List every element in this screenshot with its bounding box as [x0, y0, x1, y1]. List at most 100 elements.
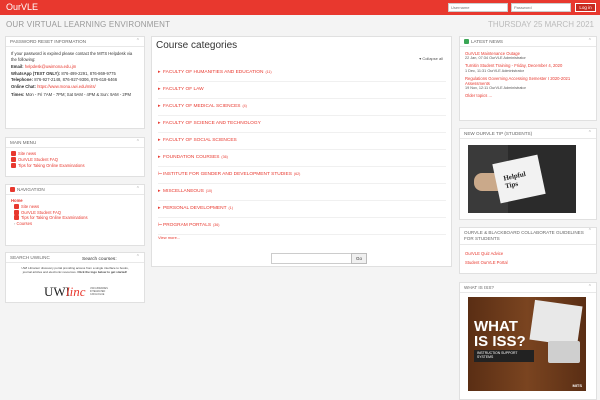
category-count: (10) — [205, 189, 213, 193]
block-header: PASSWORD RESET INFORMATION ⌃ — [6, 37, 144, 47]
latest-news-block: LATEST NEWS ⌃ OurVLE Maintenance Outage … — [459, 36, 597, 121]
category-item[interactable]: ▸ PERSONAL DEVELOPMENT (1) — [158, 206, 233, 211]
category-item[interactable]: ▸ FACULTY OF SCIENCE AND TECHNOLOGY — [158, 121, 263, 126]
news-author: OurVLE Administrator — [487, 68, 525, 73]
helpful-tips-image[interactable]: Helpful Tips — [468, 145, 576, 213]
category-divider — [158, 81, 446, 82]
category-item[interactable]: ▸ FOUNDATION COURSES (36) — [158, 155, 228, 160]
news-date: 19 Nov, 12:11 — [465, 86, 489, 91]
file-icon — [11, 156, 16, 162]
file-icon — [14, 209, 19, 215]
category-count: (1) — [228, 206, 233, 210]
block-header: SEARCH UWILINC ⌃ — [6, 253, 144, 263]
category-name: FACULTY OF SOCIAL SCIENCES — [163, 138, 237, 143]
chevron-up-icon[interactable]: ⌃ — [136, 186, 140, 192]
nav-item[interactable]: › Courses — [11, 221, 139, 227]
site-title: OUR VIRTUAL LEARNING ENVIRONMENT — [6, 20, 171, 29]
file-icon — [14, 215, 19, 221]
brand-logo[interactable]: OurVLE — [6, 2, 38, 12]
chevron-up-icon[interactable]: ⌃ — [588, 130, 592, 136]
uwilinc-description-2: journal articles and electronic resource… — [22, 270, 77, 274]
chevron-up-icon[interactable]: ⌃ — [588, 228, 592, 235]
category-name: FACULTY OF MEDICAL SCIENCES — [163, 104, 241, 109]
iss-headline: WHAT IS ISS? — [474, 318, 526, 350]
navigation-block: NAVIGATION ⌃ Home Site news OurVLE Stude… — [5, 184, 145, 246]
category-item[interactable]: ⊢INSTITUTE FOR GENDER AND DEVELOPMENT ST… — [158, 172, 300, 177]
category-item[interactable]: ▸ FACULTY OF MEDICAL SCIENCES (4) — [158, 104, 247, 109]
category-name: INSTITUTE FOR GENDER AND DEVELOPMENT STU… — [163, 172, 292, 177]
news-icon — [11, 151, 16, 156]
news-title[interactable]: Regulations Governing Accessing Semester… — [465, 76, 591, 86]
news-icon — [464, 39, 469, 44]
chevron-up-icon[interactable]: ⌃ — [136, 38, 140, 44]
chat-link[interactable]: https://www.mona.uwi.edu/mits/ — [37, 84, 96, 89]
view-more-link[interactable]: View more... — [158, 235, 180, 240]
category-name: FACULTY OF LAW — [163, 87, 204, 92]
times-label: Times: — [11, 91, 25, 97]
chevron-up-icon[interactable]: ⌃ — [136, 254, 140, 260]
block-header: MAIN MENU ⌃ — [6, 138, 144, 148]
block-title: OURVLE & BLACKBOARD COLLABORATE GUIDELIN… — [464, 230, 584, 241]
password-input[interactable] — [511, 3, 571, 12]
collapse-all-link[interactable]: ▾ Collapse all — [419, 56, 443, 61]
older-topics-link[interactable]: Older topics ... — [465, 93, 591, 99]
search-go-button[interactable]: Go — [351, 253, 367, 264]
chevron-up-icon[interactable]: ⌃ — [588, 284, 592, 290]
logo-accent: linc — [66, 284, 86, 299]
what-is-iss-block: WHAT IS ISS? ⌃ WHAT IS ISS? INSTRUCTION … — [459, 282, 597, 400]
telephone-label: Telephone: — [11, 77, 34, 83]
email-label: Email: — [11, 64, 24, 70]
category-item[interactable]: ⊢PROGRAM PORTALS (36) — [158, 223, 219, 228]
uwilinc-logo[interactable]: UWI linc UWI LIBRARIES INTEGRATED CATALOG… — [44, 284, 114, 300]
block-title: LATEST NEWS — [471, 39, 503, 44]
uwilinc-get-started[interactable]: Click the logo below to get started! — [77, 270, 127, 274]
student-portal-link[interactable]: Student OurVLE Portal — [465, 258, 591, 267]
category-divider — [158, 217, 446, 218]
mits-brand: MITS — [572, 383, 582, 388]
main-menu-item[interactable]: Tips for Taking Online Examinations — [11, 162, 139, 169]
category-item[interactable]: ▸ FACULTY OF LAW — [158, 87, 206, 92]
category-item[interactable]: ▸ FACULTY OF HUMANITIES AND EDUCATION (11) — [158, 70, 272, 75]
category-name: PROGRAM PORTALS — [163, 223, 212, 228]
course-categories-panel: Course categories ▾ Collapse all ▸ FACULT… — [151, 36, 452, 267]
chat-label: Online Chat: — [11, 83, 36, 89]
search-courses-input[interactable] — [271, 253, 353, 264]
telephone-value: 876-927-2148, 876-927-9306, 876-618-6466 — [34, 77, 118, 83]
news-icon — [14, 203, 19, 209]
category-divider — [158, 234, 446, 235]
category-divider — [158, 183, 446, 184]
category-count: (36) — [221, 155, 228, 159]
whatsapp-label: WhatsApp (TEXT ONLY): — [11, 70, 61, 76]
file-icon — [11, 162, 16, 168]
category-count: (11) — [265, 70, 272, 74]
login-button[interactable]: Log in — [575, 3, 596, 12]
block-header: NEW OURVLE TIP (STUDENTS) ⌃ — [460, 129, 596, 139]
category-name: FOUNDATION COURSES — [163, 155, 220, 160]
news-author: OurVLE Administrator — [489, 86, 526, 91]
current-date: THURSDAY 25 MARCH 2021 — [488, 20, 594, 29]
iss-image[interactable]: WHAT IS ISS? INSTRUCTION SUPPORT SYSTEMS… — [468, 297, 586, 391]
password-reset-block: PASSWORD RESET INFORMATION ⌃ If your pas… — [5, 36, 145, 129]
email-link[interactable]: helpdesk@uwimona.edu.jm — [25, 64, 77, 69]
times-value: Mon - Fri 7AM - 7PM; Sat 9AM - 4PM & Sun… — [25, 91, 132, 97]
search-courses-label: Search courses: — [82, 257, 117, 262]
category-name: FACULTY OF HUMANITIES AND EDUCATION — [163, 70, 264, 75]
whatsapp-value: 876-499-2291, 876-869-9775 — [61, 70, 116, 76]
news-item: Turnitin Student Training - Friday, Dece… — [465, 63, 591, 73]
news-item: OurVLE Maintenance Outage 22 Jan, 07:34 … — [465, 51, 591, 61]
category-count: (36) — [213, 223, 220, 227]
category-item[interactable]: ▸ MISCELLANEOUS (10) — [158, 189, 212, 194]
chevron-up-icon[interactable]: ⌃ — [136, 139, 140, 145]
search-uwilinc-block: SEARCH UWILINC ⌃ UWI Libraries' discover… — [5, 252, 145, 303]
category-divider — [158, 166, 446, 167]
top-navbar: OurVLE Log in — [0, 0, 600, 15]
news-item: Regulations Governing Accessing Semester… — [465, 76, 591, 92]
news-date: 1 Dec, 11:31 — [465, 68, 487, 73]
username-input[interactable] — [448, 3, 508, 12]
main-menu-block: MAIN MENU ⌃ Site news OurVLE Student FAQ… — [5, 137, 145, 177]
block-header: OURVLE & BLACKBOARD COLLABORATE GUIDELIN… — [460, 228, 596, 245]
quiz-advice-link[interactable]: OurVLE Quiz Advice — [465, 249, 591, 258]
category-item[interactable]: ▸ FACULTY OF SOCIAL SCIENCES — [158, 138, 239, 143]
block-header: NAVIGATION ⌃ — [6, 185, 144, 195]
chevron-up-icon[interactable]: ⌃ — [588, 38, 592, 44]
